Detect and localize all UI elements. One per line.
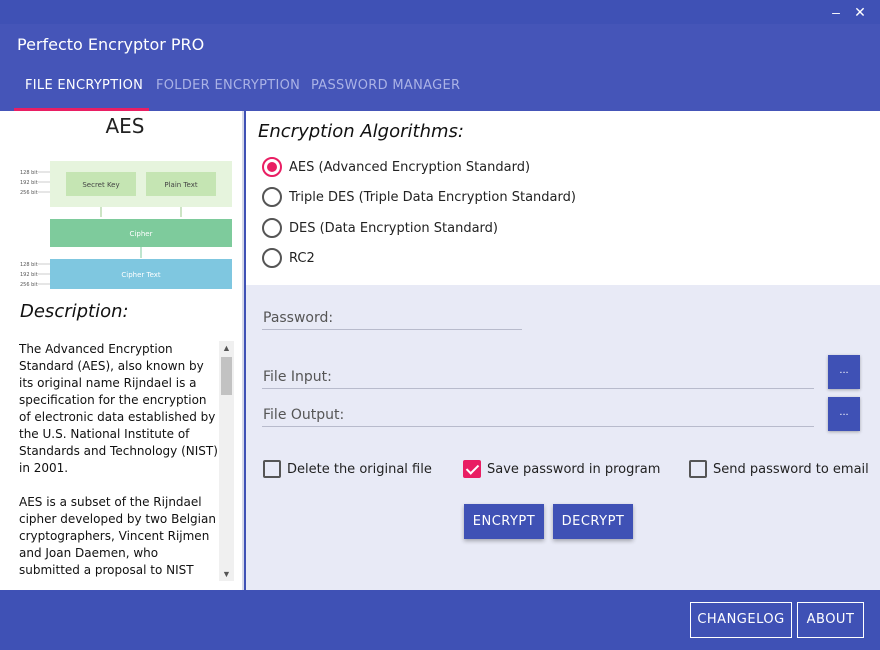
cipher-label: Cipher (130, 230, 153, 238)
close-button[interactable]: ✕ (850, 2, 870, 22)
description-heading: Description: (20, 301, 129, 322)
checkbox-label: Delete the original file (287, 461, 432, 477)
decrypt-button[interactable]: DECRYPT (553, 504, 633, 539)
file-output-label: File Output: (263, 407, 345, 423)
radio-label: RC2 (289, 250, 315, 266)
app-title: Perfecto Encryptor PRO (17, 35, 205, 54)
password-input[interactable] (262, 329, 522, 330)
app-header: Perfecto Encryptor PRO FILE ENCRYPTION F… (0, 24, 880, 111)
radio-option-rc2[interactable]: RC2 (262, 247, 315, 269)
scroll-up-arrow-icon[interactable]: ▲ (219, 341, 234, 355)
bit-label: 192 bit (20, 272, 38, 278)
algorithm-info-panel: AES 128 bit 192 bit 256 bit Secret Key P… (0, 111, 244, 590)
scroll-down-arrow-icon[interactable]: ▼ (219, 567, 234, 581)
about-button[interactable]: ABOUT (797, 602, 864, 638)
aes-diagram: 128 bit 192 bit 256 bit Secret Key Plain… (20, 161, 232, 289)
algorithm-selection-panel: Encryption Algorithms: AES (Advanced Enc… (246, 111, 880, 285)
file-output-field[interactable] (262, 426, 814, 427)
secret-key-label: Secret Key (82, 181, 119, 189)
radio-button[interactable] (262, 248, 282, 268)
save-password-checkbox[interactable] (463, 460, 481, 478)
radio-option-des[interactable]: DES (Data Encryption Standard) (262, 217, 498, 239)
title-bar: – ✕ (0, 0, 880, 24)
checkbox-label: Send password to email (713, 461, 869, 477)
delete-original-checkbox[interactable] (263, 460, 281, 478)
radio-label: Triple DES (Triple Data Encryption Stand… (289, 189, 576, 205)
algorithm-title: AES (105, 114, 145, 138)
encrypt-button[interactable]: ENCRYPT (464, 504, 544, 539)
radio-option-triple-des[interactable]: Triple DES (Triple Data Encryption Stand… (262, 186, 576, 208)
bit-label: 128 bit (20, 262, 38, 268)
bit-label: 256 bit (20, 190, 38, 196)
scroll-thumb[interactable] (221, 357, 232, 395)
description-text[interactable]: The Advanced Encryption Standard (AES), … (19, 341, 219, 581)
send-email-checkbox-row[interactable]: Send password to email (689, 459, 869, 479)
radio-button[interactable] (262, 218, 282, 238)
encryption-form-panel: Password: File Input: ... File Output: .… (246, 285, 880, 590)
tab-file-encryption[interactable]: FILE ENCRYPTION (25, 78, 143, 93)
algorithms-heading: Encryption Algorithms: (258, 121, 464, 142)
password-field-label: Password: (263, 310, 334, 326)
file-input-label: File Input: (263, 369, 332, 385)
browse-input-button[interactable]: ... (828, 355, 860, 389)
tab-folder-encryption[interactable]: FOLDER ENCRYPTION (156, 78, 300, 93)
browse-output-button[interactable]: ... (828, 397, 860, 431)
tab-password-manager[interactable]: PASSWORD MANAGER (311, 78, 460, 93)
radio-label: AES (Advanced Encryption Standard) (289, 159, 531, 175)
file-input-field[interactable] (262, 388, 814, 389)
checkbox-label: Save password in program (487, 461, 661, 477)
cipher-text-label: Cipher Text (121, 271, 161, 279)
bit-label: 128 bit (20, 170, 38, 176)
radio-button[interactable] (262, 187, 282, 207)
delete-original-checkbox-row[interactable]: Delete the original file (263, 459, 432, 479)
radio-button[interactable] (262, 157, 282, 177)
send-email-checkbox[interactable] (689, 460, 707, 478)
minimize-button[interactable]: – (826, 2, 846, 22)
bit-label: 192 bit (20, 180, 38, 186)
bit-label: 256 bit (20, 282, 38, 288)
plain-text-label: Plain Text (164, 181, 197, 189)
changelog-button[interactable]: CHANGELOG (690, 602, 792, 638)
footer-bar: CHANGELOG ABOUT (0, 590, 880, 650)
save-password-checkbox-row[interactable]: Save password in program (463, 459, 660, 479)
radio-label: DES (Data Encryption Standard) (289, 220, 498, 236)
description-scrollbar[interactable]: ▲ ▼ (219, 341, 234, 581)
radio-option-aes[interactable]: AES (Advanced Encryption Standard) (262, 156, 530, 178)
